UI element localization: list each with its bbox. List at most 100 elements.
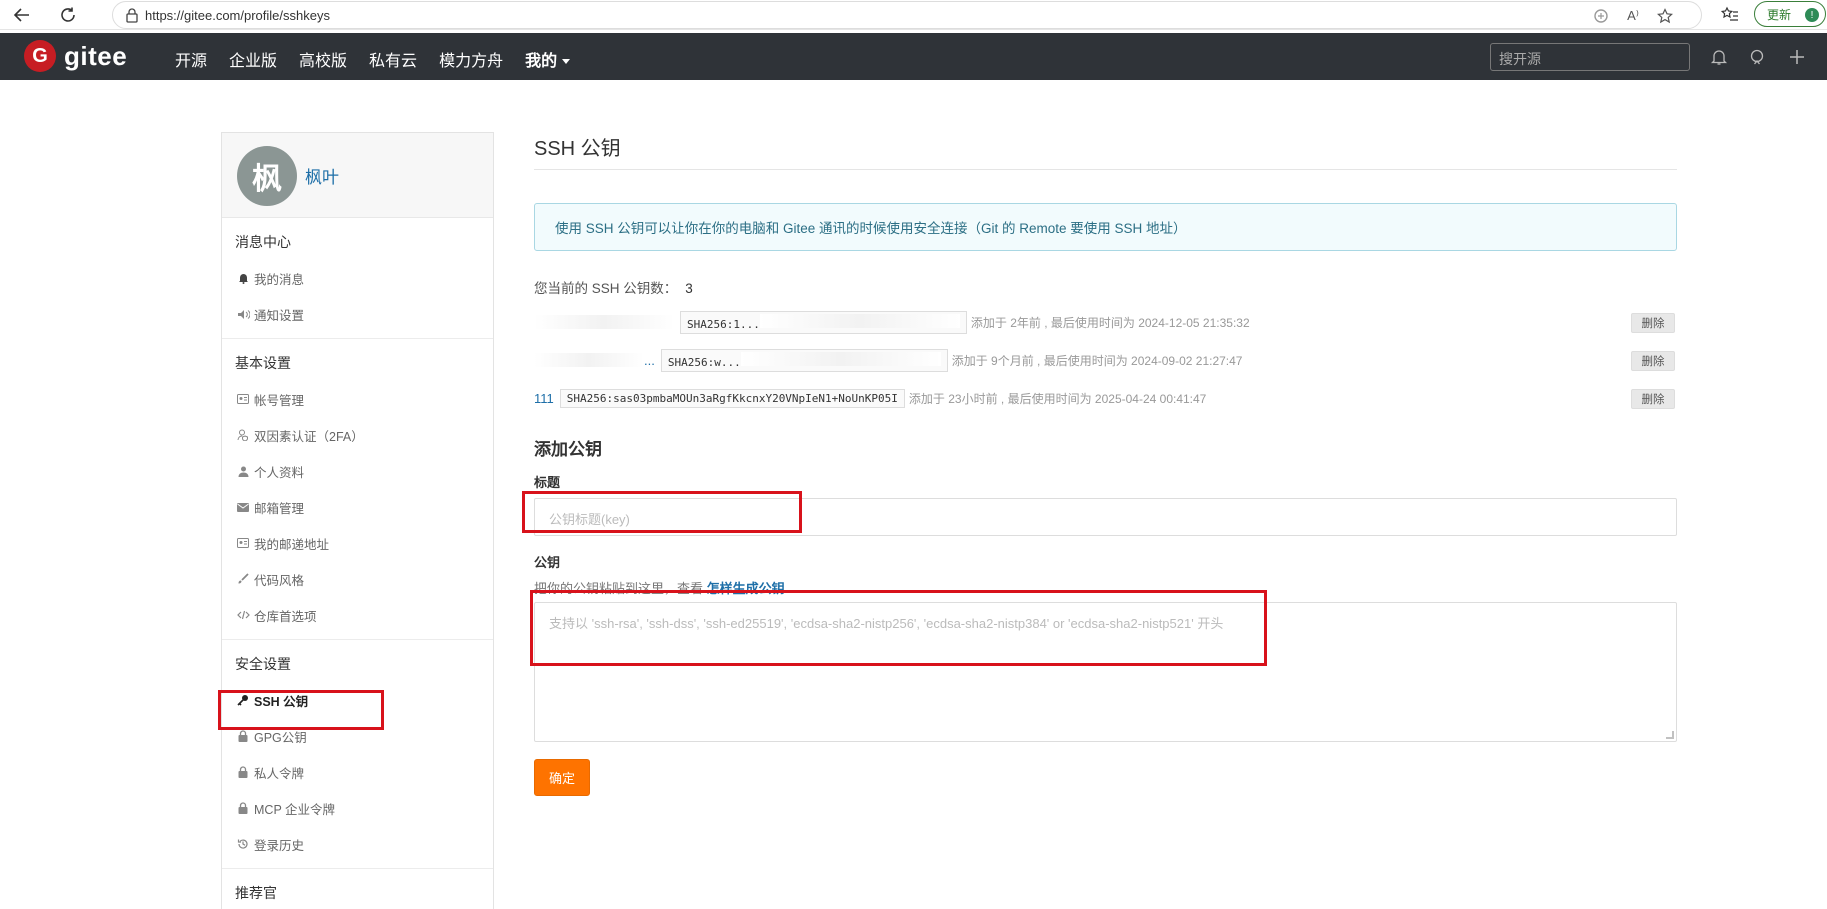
sidebar-item-mcp-enterprise-tokens[interactable]: MCP 企业令牌	[222, 790, 493, 826]
redacted-fingerprint	[740, 351, 941, 366]
group-basic-settings: 基本设置 帐号管理 双因素认证（2FA） 个人资料 邮箱管理 我的邮递地址 代码…	[222, 339, 493, 640]
sidebar-item-notification-settings[interactable]: 通知设置	[222, 296, 493, 332]
sidebar-item-code-style[interactable]: 代码风格	[222, 561, 493, 597]
sidebar-item-label: 登录历史	[254, 838, 305, 853]
key-row: 111 SHA256:sas03pmbaMOUn3aRgfKkcnxY20VNp…	[534, 379, 1677, 417]
resize-grip-icon[interactable]	[1666, 731, 1674, 739]
key-count: 您当前的 SSH 公钥数： 3	[534, 277, 1677, 297]
history-icon	[236, 837, 250, 851]
sidebar-item-label: 双因素认证（2FA）	[254, 429, 364, 444]
id-card-icon	[236, 392, 250, 406]
gitee-logo-icon: G	[24, 40, 56, 72]
gitee-logo[interactable]: G gitee	[24, 40, 127, 72]
group-title: 推荐官	[235, 885, 277, 901]
address-bar[interactable]: https://gitee.com/profile/sshkeys A⁾	[112, 1, 1702, 29]
page-title: SSH 公钥	[534, 132, 1677, 170]
key-field-hint: 把你的公钥粘贴到这里，查看 怎样生成公钥	[534, 578, 1677, 597]
sidebar-item-label: 私人令牌	[254, 766, 305, 781]
sidebar-item-account[interactable]: 帐号管理	[222, 381, 493, 417]
group-title: 消息中心	[235, 234, 291, 250]
sidebar-item-2fa[interactable]: 双因素认证（2FA）	[222, 417, 493, 453]
group-security-settings: 安全设置 SSH 公钥 GPG公钥 私人令牌 MCP 企业令牌 登录历史	[222, 640, 493, 869]
delete-key-button[interactable]: 删除	[1631, 389, 1675, 409]
nav-enterprise[interactable]: 企业版	[229, 47, 277, 71]
favorites-list-icon[interactable]	[1718, 3, 1742, 27]
speaker-icon	[236, 307, 250, 321]
read-aloud-icon[interactable]: A⁾	[1623, 6, 1643, 26]
public-key-textarea[interactable]: 支持以 'ssh-rsa', 'ssh-dss', 'ssh-ed25519',…	[534, 602, 1677, 742]
redacted-key-title	[534, 315, 674, 329]
update-alert-icon: !	[1805, 8, 1819, 22]
plus-create-icon[interactable]	[1786, 46, 1808, 68]
delete-key-button[interactable]: 删除	[1631, 351, 1675, 371]
username-link[interactable]: 枫叶	[305, 163, 339, 188]
nav-moli-fangzhou[interactable]: 模力方舟	[439, 47, 503, 71]
sidebar-item-label: 帐号管理	[254, 393, 305, 408]
sidebar-item-ssh-keys[interactable]: SSH 公钥	[222, 682, 493, 718]
add-key-heading: 添加公钥	[534, 440, 602, 459]
group-title: 安全设置	[235, 656, 291, 672]
group-message-center: 消息中心 我的消息 通知设置	[222, 218, 493, 339]
envelope-icon	[236, 500, 250, 514]
title-field-label: 标题	[534, 475, 561, 490]
sidebar-item-login-history[interactable]: 登录历史	[222, 826, 493, 862]
key-title-input[interactable]: 公钥标题(key)	[534, 498, 1677, 536]
key-fingerprint: SHA256:1...	[680, 310, 967, 334]
gitee-header: G gitee 开源 企业版 高校版 私有云 模力方舟 我的 搜开源	[0, 33, 1827, 80]
lock-icon	[125, 7, 141, 23]
lightbulb-icon[interactable]	[1746, 46, 1768, 68]
public-key-placeholder: 支持以 'ssh-rsa', 'ssh-dss', 'ssh-ed25519',…	[549, 616, 1224, 631]
back-arrow-icon[interactable]	[10, 3, 34, 27]
profile-card: 枫 枫叶	[222, 133, 493, 218]
lock-icon	[236, 765, 250, 779]
lock-icon	[236, 729, 250, 743]
sidebar-item-label: GPG公钥	[254, 730, 307, 745]
key-count-label: 您当前的 SSH 公钥数：	[534, 281, 678, 296]
key-meta: 添加于 23小时前 , 最后使用时间为 2025-04-24 00:41:47	[908, 391, 1207, 406]
sidebar-item-email[interactable]: 邮箱管理	[222, 489, 493, 525]
sidebar-item-repo-preferences[interactable]: 仓库首选项	[222, 597, 493, 633]
refresh-icon[interactable]	[56, 3, 80, 27]
key-hint-text: 把你的公钥粘贴到这里，查看	[534, 581, 704, 596]
sidebar-item-label: 个人资料	[254, 465, 305, 480]
gitee-logo-text: gitee	[64, 40, 128, 71]
translate-icon[interactable]	[1591, 6, 1611, 26]
bell-icon	[236, 271, 250, 285]
sidebar-item-gpg-keys[interactable]: GPG公钥	[222, 718, 493, 754]
sidebar-item-label: SSH 公钥	[254, 694, 309, 709]
main-content: SSH 公钥 使用 SSH 公钥可以让你在你的电脑和 Gitee 通讯的时候使用…	[534, 132, 1677, 796]
sidebar-item-profile[interactable]: 个人资料	[222, 453, 493, 489]
confirm-button[interactable]: 确定	[534, 759, 590, 796]
key-list: SHA256:1... 添加于 2年前 , 最后使用时间为 2024-12-05…	[534, 303, 1677, 417]
delete-key-button[interactable]: 删除	[1631, 313, 1675, 333]
code-icon	[236, 608, 250, 622]
sidebar-item-private-tokens[interactable]: 私人令牌	[222, 754, 493, 790]
key-title[interactable]: ...	[644, 353, 655, 368]
favorite-star-icon[interactable]	[1655, 6, 1675, 26]
sidebar-item-my-messages[interactable]: 我的消息	[222, 260, 493, 296]
browser-toolbar: https://gitee.com/profile/sshkeys A⁾ 更新 …	[0, 0, 1827, 30]
nav-mine-dropdown[interactable]: 我的	[525, 47, 571, 71]
key-fingerprint-text: SHA256:w...	[667, 355, 741, 369]
nav-education[interactable]: 高校版	[299, 47, 347, 71]
key-row: ... SHA256:w... 添加于 9个月前 , 最后使用时间为 2024-…	[534, 341, 1677, 379]
key-fingerprint-text: SHA256:1...	[687, 317, 760, 331]
browser-update-button[interactable]: 更新 !	[1754, 1, 1826, 27]
sidebar-item-label: 邮箱管理	[254, 501, 305, 516]
key-field-label: 公钥	[534, 555, 561, 570]
sidebar-item-label: 我的邮递地址	[254, 537, 330, 552]
nav-opensource[interactable]: 开源	[175, 47, 207, 71]
key-fingerprint: SHA256:sas03pmbaMOUn3aRgfKkcnxY20VNpIeN1…	[559, 388, 905, 408]
key-title[interactable]: 111	[534, 391, 554, 406]
avatar[interactable]: 枫	[237, 146, 297, 206]
redacted-fingerprint	[759, 313, 960, 328]
sidebar-item-postal-address[interactable]: 我的邮递地址	[222, 525, 493, 561]
group-title: 基本设置	[235, 355, 291, 371]
update-label: 更新	[1767, 7, 1792, 22]
how-to-generate-key-link[interactable]: 怎样生成公钥	[707, 581, 785, 596]
key-meta: 添加于 9个月前 , 最后使用时间为 2024-09-02 21:27:47	[951, 353, 1243, 368]
nav-private-cloud[interactable]: 私有云	[369, 47, 417, 71]
chevron-down-icon	[562, 59, 571, 65]
search-input[interactable]: 搜开源	[1490, 43, 1690, 71]
bell-notification-icon[interactable]	[1708, 46, 1730, 68]
